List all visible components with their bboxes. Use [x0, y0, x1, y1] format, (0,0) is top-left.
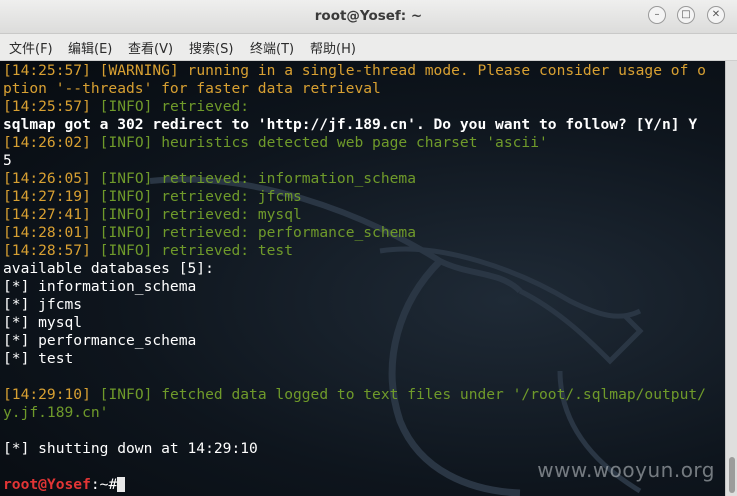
- terminal-line: sqlmap got a 302 redirect to 'http://jf.…: [3, 116, 698, 133]
- menu-view[interactable]: 查看(V): [128, 38, 173, 57]
- menu-search[interactable]: 搜索(S): [189, 38, 233, 57]
- title-bar[interactable]: root@Yosef: ~ – □ ✕: [0, 0, 737, 34]
- terminal-line: [14:25:57] [INFO] retrieved:: [3, 98, 250, 115]
- terminal-line: [14:26:02] [INFO] heuristics detected we…: [3, 134, 548, 151]
- terminal-line: [*] information_schema: [3, 278, 197, 295]
- terminal-lines: [14:25:57] [WARNING] running in a single…: [3, 62, 725, 494]
- terminal-window: root@Yosef: ~ – □ ✕ 文件(F) 编辑(E) 查看(V) 搜索…: [0, 0, 737, 496]
- terminal-line: [14:29:10] [INFO] fetched data logged to…: [3, 386, 706, 403]
- terminal-line: [14:28:01] [INFO] retrieved: performance…: [3, 224, 416, 241]
- watermark: www.wooyun.org: [537, 458, 715, 482]
- menu-edit[interactable]: 编辑(E): [68, 38, 112, 57]
- terminal-line: [*] performance_schema: [3, 332, 197, 349]
- terminal-line: ption '--threads' for faster data retrie…: [3, 80, 381, 97]
- close-button[interactable]: ✕: [707, 6, 725, 24]
- terminal-line: [*] mysql: [3, 314, 83, 331]
- menu-terminal[interactable]: 终端(T): [250, 38, 294, 57]
- terminal-line: [*] test: [3, 350, 74, 367]
- scrollbar-thumb[interactable]: [729, 457, 735, 493]
- minimize-button[interactable]: –: [648, 6, 666, 24]
- terminal-line: [14:25:57] [WARNING] running in a single…: [3, 62, 706, 79]
- terminal-line: [14:27:41] [INFO] retrieved: mysql: [3, 206, 302, 223]
- menu-file[interactable]: 文件(F): [9, 38, 53, 57]
- menu-bar: 文件(F) 编辑(E) 查看(V) 搜索(S) 终端(T) 帮助(H): [0, 34, 737, 61]
- terminal-line: [14:27:19] [INFO] retrieved: jfcms: [3, 188, 302, 205]
- terminal-line: [*] jfcms: [3, 296, 83, 313]
- menu-help[interactable]: 帮助(H): [310, 38, 356, 57]
- scrollbar[interactable]: [725, 61, 737, 496]
- terminal-line: [14:26:05] [INFO] retrieved: information…: [3, 170, 416, 187]
- terminal-line: available databases [5]:: [3, 260, 214, 277]
- maximize-button[interactable]: □: [677, 6, 695, 24]
- text-cursor: [117, 477, 126, 492]
- terminal-line: [14:28:57] [INFO] retrieved: test: [3, 242, 293, 259]
- terminal-output[interactable]: [14:25:57] [WARNING] running in a single…: [0, 61, 725, 496]
- terminal-line: 5: [3, 152, 12, 169]
- window-title: root@Yosef: ~: [314, 8, 423, 24]
- terminal-line: [*] shutting down at 14:29:10: [3, 440, 258, 457]
- terminal-line: y.jf.189.cn': [3, 404, 109, 421]
